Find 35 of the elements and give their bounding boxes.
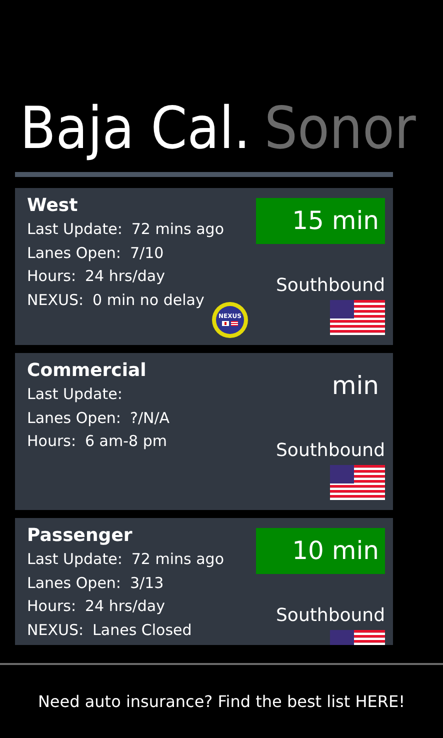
wait-time: 15 min [256,198,385,244]
pivot-header[interactable]: Sonor [264,96,416,172]
info-label: Last Update: [27,384,122,405]
pivot-header[interactable]: Baja Cal. [20,96,250,172]
crossing-name: Commercial [27,359,148,383]
info-value: 7/10 [130,242,164,264]
wait-time: 10 min [256,528,385,574]
info-value: 6 am-8 pm [85,431,167,452]
info-label: Lanes Open: [27,408,121,428]
info-value: 24 hrs/day [85,266,165,287]
wait-time: min [330,370,380,402]
direction-label: Southbound [276,439,385,463]
info-label: Lanes Open: [27,242,121,264]
info-value: 72 mins ago [131,219,224,240]
us-flag-icon [330,465,385,500]
direction-label: Southbound [276,274,385,298]
info-label: NEXUS: [27,620,84,640]
info-value: 24 hrs/day [85,596,165,617]
info-label: Lanes Open: [27,572,121,594]
info-value: 72 mins ago [131,549,224,570]
info-value: ?/N/A [130,408,170,428]
crossing-name: West [27,194,79,218]
us-flag-icon [330,300,385,335]
info-value: 3/13 [130,572,164,594]
info-value: 0 min no delay [92,290,204,310]
info-label: Last Update: [27,219,122,240]
crossing-name: Passenger [27,524,134,548]
info-label: Hours: [27,596,76,617]
direction-label: Southbound [276,604,385,628]
info-label: NEXUS: [27,290,84,310]
info-label: Hours: [27,266,76,287]
ad-banner-link[interactable]: Need auto insurance? Find the best list HERE! [38,690,406,714]
info-label: Last Update: [27,549,122,570]
info-label: Hours: [27,431,76,452]
info-value: Lanes Closed [92,620,192,640]
